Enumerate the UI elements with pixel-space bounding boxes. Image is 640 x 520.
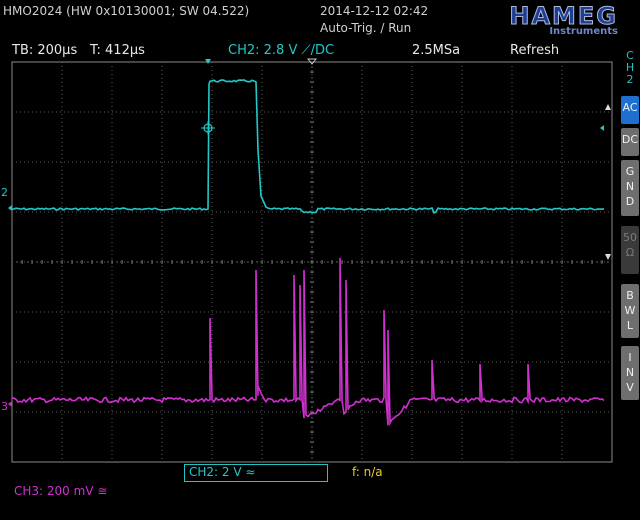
sidebar-button-bwl[interactable]: BWL bbox=[621, 284, 639, 338]
trigger-level-marker bbox=[600, 125, 604, 131]
sidebar-button-label: 50 bbox=[623, 231, 637, 244]
sidebar-button-label: AC bbox=[622, 101, 638, 114]
ch3-trace bbox=[11, 257, 605, 427]
ch2-offset-arrow bbox=[8, 205, 12, 211]
sidebar-button-dc[interactable]: DC bbox=[621, 128, 639, 156]
ch3-offset-arrow bbox=[8, 401, 12, 407]
ch2-ground-marker[interactable]: 2 bbox=[1, 186, 8, 199]
scroll-up-marker bbox=[605, 104, 611, 110]
sidebar-button-label: L bbox=[626, 319, 634, 332]
sidebar-button-label: G bbox=[625, 165, 635, 178]
waveform-display[interactable] bbox=[0, 0, 640, 520]
sidebar-button-label: DC bbox=[621, 133, 639, 146]
sidebar-channel-char: 2 bbox=[626, 73, 634, 86]
trigger-markers bbox=[8, 58, 611, 407]
sidebar-button-inv[interactable]: INV bbox=[621, 346, 639, 400]
sidebar-button-label: N bbox=[625, 366, 635, 379]
sidebar-button-label: D bbox=[625, 195, 635, 208]
scroll-down-marker bbox=[605, 254, 611, 260]
ch2-trace bbox=[11, 79, 605, 214]
ch3-scale-readout[interactable]: CH3: 200 mV ≅ bbox=[14, 484, 107, 498]
ch3-ground-marker[interactable]: 3 bbox=[1, 400, 8, 413]
sidebar-button-label: V bbox=[626, 381, 634, 394]
sidebar-button-label: I bbox=[628, 351, 632, 364]
sidebar-button-label: B bbox=[626, 289, 634, 302]
sidebar-button-label: N bbox=[625, 180, 635, 193]
sidebar-button-50: 50 Ω bbox=[621, 226, 639, 274]
frequency-readout: f: n/a bbox=[352, 465, 383, 479]
sidebar-button-label: W bbox=[624, 304, 636, 317]
sidebar-button-ac[interactable]: AC bbox=[621, 96, 639, 124]
sidebar-button-gnd[interactable]: GND bbox=[621, 160, 639, 216]
ch2-scale-box[interactable]: CH2: 2 V ≈ bbox=[184, 464, 328, 482]
ch2-scale-readout: CH2: 2 V ≈ bbox=[189, 465, 256, 479]
sidebar-button-label: Ω bbox=[625, 246, 635, 259]
